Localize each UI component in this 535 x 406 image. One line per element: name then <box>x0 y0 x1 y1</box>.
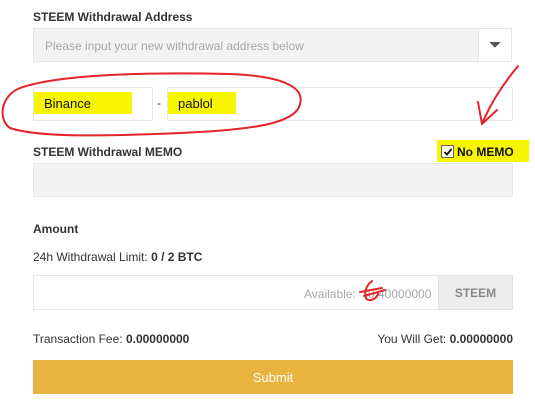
red-circle-annotation <box>1 72 302 137</box>
red-arrow-annotation <box>477 65 519 125</box>
red-scribble-annotation <box>359 280 386 302</box>
annotation-overlay <box>1 65 519 302</box>
